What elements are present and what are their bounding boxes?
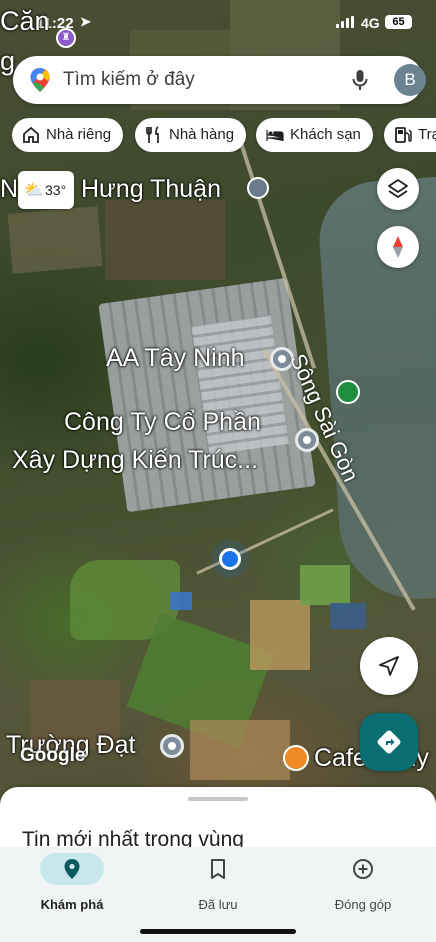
google-maps-pin-icon — [30, 68, 50, 92]
avatar[interactable]: B — [394, 64, 426, 96]
chip-hotel[interactable]: Khách sạn — [256, 118, 373, 152]
weather-temp: 33° — [45, 182, 67, 198]
compass-icon — [393, 236, 403, 258]
place-pin-icon[interactable] — [160, 734, 184, 758]
partly-cloudy-icon: ⛅ — [24, 182, 44, 199]
map-label-aa-tay-ninh[interactable]: AA Tây Ninh — [106, 344, 245, 373]
home-indicator[interactable] — [140, 929, 296, 934]
map-label-cong-ty-line2[interactable]: Xây Dựng Kiến Trúc... — [12, 446, 258, 475]
nav-label: Đóng góp — [334, 897, 392, 912]
battery-icon: 65 — [385, 15, 412, 29]
home-icon — [23, 126, 39, 143]
map-label-top-left-2[interactable]: g — [0, 46, 15, 77]
map-label-top-left[interactable]: Căn — [0, 6, 50, 37]
signal-icon — [336, 16, 356, 28]
nav-saved[interactable]: Đã lưu — [158, 853, 278, 913]
microphone-icon[interactable] — [350, 68, 370, 92]
chip-label: Trạm xăng — [418, 126, 436, 143]
chip-label: Nhà hàng — [169, 126, 235, 143]
chip-home[interactable]: Nhà riêng — [12, 118, 124, 152]
navigation-arrow-icon — [379, 656, 399, 676]
compass-button[interactable] — [377, 226, 419, 268]
nav-label: Đã lưu — [198, 897, 238, 912]
chip-label: Khách sạn — [290, 126, 361, 143]
chip-label: Nhà riêng — [46, 126, 112, 143]
nav-label: Khám phá — [40, 897, 104, 912]
google-logo: Google — [20, 745, 86, 766]
category-chips: Nhà riêng Nhà hàng Khách sạn Trạm xăng — [12, 118, 436, 152]
map-label-prefix[interactable]: N — [0, 175, 18, 204]
hotel-icon — [266, 130, 284, 141]
search-bar[interactable]: Tìm kiếm ở đây B — [13, 56, 426, 104]
bookmark-icon — [211, 859, 225, 879]
nav-explore[interactable]: Khám phá — [12, 853, 132, 913]
layers-button[interactable] — [377, 168, 419, 210]
gas-station-icon — [395, 127, 412, 143]
hotel-poi-icon[interactable]: ♜ — [56, 28, 76, 48]
restaurant-icon — [146, 126, 159, 143]
map-label-hung-thuan[interactable]: Hưng Thuận — [81, 175, 221, 204]
network-type: 4G — [361, 15, 380, 31]
nav-contribute[interactable]: Đóng góp — [303, 853, 423, 913]
directions-icon — [377, 730, 401, 754]
layers-icon — [388, 179, 408, 198]
cafe-poi-icon[interactable] — [283, 745, 309, 771]
map-label-cong-ty-line1[interactable]: Công Ty Cổ Phần — [64, 408, 261, 437]
weather-chip[interactable]: ⛅ 33° — [18, 171, 74, 209]
government-poi-icon[interactable] — [247, 177, 269, 199]
drag-handle[interactable] — [188, 797, 248, 801]
add-circle-icon — [353, 859, 373, 879]
explore-pin-icon — [64, 859, 80, 879]
park-poi-icon[interactable] — [336, 380, 360, 404]
chip-restaurant[interactable]: Nhà hàng — [135, 118, 247, 152]
location-arrow-icon: ➤ — [80, 14, 91, 29]
my-location-button[interactable] — [360, 637, 418, 695]
chip-gas-station[interactable]: Trạm xăng — [384, 118, 436, 152]
search-input[interactable]: Tìm kiếm ở đây — [63, 69, 195, 91]
bottom-navigation: Khám phá Đã lưu Đóng góp — [0, 847, 436, 942]
directions-button[interactable] — [360, 713, 418, 771]
current-location-dot — [219, 548, 241, 570]
